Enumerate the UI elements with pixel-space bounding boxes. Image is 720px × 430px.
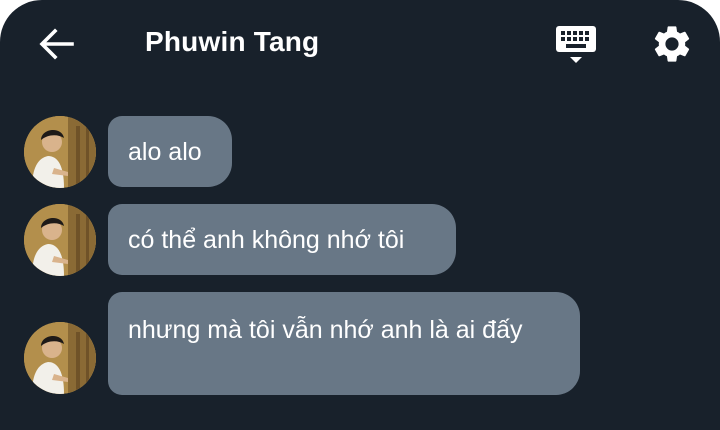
message-text: nhưng mà tôi vẫn nhớ anh là ai đấy bbox=[128, 316, 523, 344]
avatar[interactable] bbox=[24, 204, 96, 276]
message-bubble[interactable]: có thể anh không nhớ tôi bbox=[108, 204, 456, 275]
chat-screen: Phuwin Tang alo alo có thể anh không nhớ… bbox=[0, 0, 720, 430]
avatar[interactable] bbox=[24, 116, 96, 188]
avatar-photo bbox=[24, 204, 96, 276]
avatar-photo bbox=[24, 116, 96, 188]
message-bubble[interactable]: alo alo bbox=[108, 116, 232, 187]
avatar[interactable] bbox=[24, 322, 96, 394]
message-list[interactable]: alo alo có thể anh không nhớ tôi nhưng m… bbox=[0, 0, 720, 406]
message-bubble[interactable]: nhưng mà tôi vẫn nhớ anh là ai đấy bbox=[108, 292, 580, 395]
message-text: alo alo bbox=[128, 137, 202, 166]
avatar-photo bbox=[24, 322, 96, 394]
message-text: có thể anh không nhớ tôi bbox=[128, 225, 405, 254]
